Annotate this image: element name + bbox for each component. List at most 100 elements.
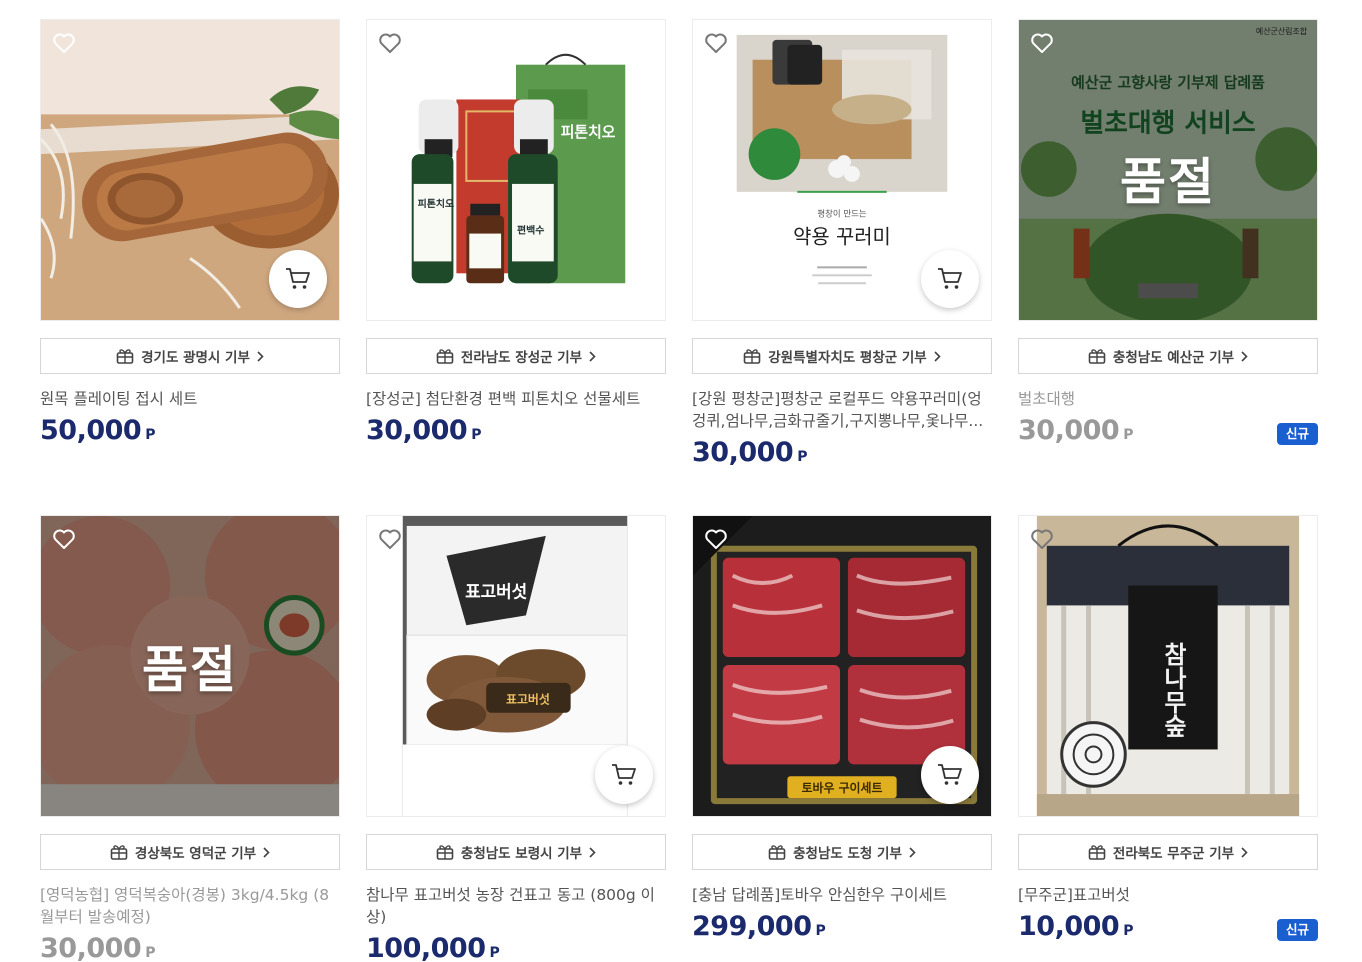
- cart-icon: [612, 764, 636, 785]
- product-image[interactable]: 품절: [40, 515, 340, 817]
- wishlist-heart-icon[interactable]: [1029, 526, 1055, 552]
- price-row: 10,000 P 신규: [1018, 911, 1318, 947]
- price-unit: P: [1123, 427, 1134, 443]
- chevron-right-icon: [934, 350, 941, 362]
- region-donation-link[interactable]: 강원특별자치도 평창군 기부: [692, 338, 992, 374]
- chevron-right-icon: [589, 350, 596, 362]
- price-row: 30,000 P 신규: [1018, 415, 1318, 451]
- box-label-text: 피톤치오: [561, 123, 616, 141]
- region-donation-link[interactable]: 전라남도 장성군 기부: [366, 338, 666, 374]
- product-title[interactable]: [충남 답례품]토바우 안심한우 구이세트: [692, 884, 992, 906]
- product-image[interactable]: 예산군 고향사랑 기부제 답례품 벌초대행 서비스 예산군산림조합 품절: [1018, 19, 1318, 321]
- product-title[interactable]: [무주군]표고버섯: [1018, 884, 1318, 906]
- product-title[interactable]: [영덕농협] 영덕복숭아(경봉) 3kg/4.5kg (8월부터 발송예정): [40, 884, 340, 928]
- product-image[interactable]: 토바우 구이세트: [692, 515, 992, 817]
- wishlist-heart-icon[interactable]: [51, 526, 77, 552]
- product-title[interactable]: 원목 플레이팅 접시 세트: [40, 388, 340, 410]
- region-label: 강원특별자치도 평창군 기부: [768, 350, 927, 366]
- product-image[interactable]: [40, 19, 340, 321]
- soldout-label: 품절: [1120, 153, 1216, 211]
- add-to-cart-button[interactable]: [921, 746, 979, 804]
- product-price: 30,000: [40, 933, 142, 962]
- phytoncide-gift-set-image: 피톤치오 피톤치오 편백수: [367, 20, 665, 320]
- soldout-overlay: 품절: [1019, 20, 1317, 320]
- price-row: 30,000 P: [40, 933, 340, 962]
- product-price: 30,000: [366, 415, 468, 446]
- wishlist-heart-icon[interactable]: [1029, 30, 1055, 56]
- region-donation-link[interactable]: 경기도 광명시 기부: [40, 338, 340, 374]
- product-card: 평창이 만드는 약용 꾸러미 강원특별자치도 평창군 기부 [강원 평창군]평창…: [692, 19, 992, 473]
- region-label: 충청남도 보령시 기부: [460, 846, 583, 862]
- price-unit: P: [489, 945, 500, 961]
- product-image[interactable]: 피톤치오 피톤치오 편백수: [366, 19, 666, 321]
- product-card: 표고버섯 표고버섯 충청남도 보령시 기부 참나무 표고버섯 농장 건표고 동고…: [366, 515, 666, 962]
- add-to-cart-button[interactable]: [269, 250, 327, 308]
- add-to-cart-button[interactable]: [921, 250, 979, 308]
- price-unit: P: [797, 449, 808, 465]
- wishlist-heart-icon[interactable]: [51, 30, 77, 56]
- bottle-label-2: 편백수: [517, 224, 544, 237]
- region-label: 경상북도 영덕군 기부: [134, 846, 257, 862]
- product-image[interactable]: 표고버섯 표고버섯: [366, 515, 666, 817]
- soldout-overlay: 품절: [41, 516, 339, 816]
- product-price: 30,000: [1018, 415, 1120, 446]
- region-donation-link[interactable]: 충청남도 보령시 기부: [366, 834, 666, 870]
- product-card: 참나무숲 전라북도 무주군 기부 [무주군]표고버섯 10,000 P 신규: [1018, 515, 1318, 947]
- bottle-label-1: 피톤치오: [418, 197, 455, 210]
- region-label: 전라남도 장성군 기부: [460, 350, 583, 366]
- new-badge: 신규: [1276, 919, 1318, 941]
- wishlist-heart-icon[interactable]: [703, 30, 729, 56]
- product-title[interactable]: 벌초대행: [1018, 388, 1318, 410]
- product-image[interactable]: 평창이 만드는 약용 꾸러미: [692, 19, 992, 321]
- region-label: 충청남도 예산군 기부: [1112, 350, 1235, 366]
- product-price: 299,000: [692, 911, 812, 942]
- gift-box-icon: [116, 348, 134, 364]
- price-unit: P: [815, 923, 826, 939]
- gift-box-icon: [1088, 844, 1106, 860]
- gift-box-icon: [1088, 348, 1106, 364]
- chevron-right-icon: [909, 846, 916, 858]
- product-price: 10,000: [1018, 911, 1120, 942]
- product-title[interactable]: 참나무 표고버섯 농장 건표고 동고 (800g 이상): [366, 884, 666, 928]
- region-donation-link[interactable]: 경상북도 영덕군 기부: [40, 834, 340, 870]
- wishlist-heart-icon[interactable]: [703, 526, 729, 552]
- region-donation-link[interactable]: 전라북도 무주군 기부: [1018, 834, 1318, 870]
- product-image[interactable]: 참나무숲: [1018, 515, 1318, 817]
- region-donation-link[interactable]: 충청남도 예산군 기부: [1018, 338, 1318, 374]
- product-price: 30,000: [692, 437, 794, 468]
- product-card: 피톤치오 피톤치오 편백수 전라남도 장성군 기부 [장성군] 첨단환경 편백 …: [366, 19, 666, 451]
- product-title[interactable]: [강원 평창군]평창군 로컬푸드 약용꾸러미(엉겅퀴,엄나무,금화규줄기,구지뽕…: [692, 388, 992, 432]
- price-row: 30,000 P: [366, 415, 666, 451]
- region-label: 전라북도 무주군 기부: [1112, 846, 1235, 862]
- gift-box-icon: [110, 844, 128, 860]
- price-row: 100,000 P: [366, 933, 666, 962]
- region-donation-link[interactable]: 충청남도 도청 기부: [692, 834, 992, 870]
- price-row: 299,000 P: [692, 911, 992, 947]
- price-unit: P: [145, 427, 156, 443]
- add-to-cart-button[interactable]: [595, 746, 653, 804]
- image-headline: 표고버섯: [465, 581, 527, 601]
- image-label: 토바우 구이세트: [802, 781, 883, 795]
- product-title[interactable]: [장성군] 첨단환경 편백 피톤치오 선물세트: [366, 388, 666, 410]
- price-unit: P: [471, 427, 482, 443]
- image-headline: 약용 꾸러미: [793, 226, 891, 249]
- product-card: 토바우 구이세트 충청남도 도청 기부 [충남 답례품]토바우 안심한우 구이세…: [692, 515, 992, 947]
- price-unit: P: [1123, 923, 1134, 939]
- product-card: 경기도 광명시 기부 원목 플레이팅 접시 세트 50,000 P: [40, 19, 340, 451]
- cart-icon: [286, 268, 310, 289]
- product-card: 예산군 고향사랑 기부제 답례품 벌초대행 서비스 예산군산림조합 품절 충청남…: [1018, 19, 1318, 451]
- region-label: 충청남도 도청 기부: [793, 846, 902, 862]
- mushroom-gift-box-image: 참나무숲: [1019, 516, 1317, 816]
- image-headline: 참나무숲: [1159, 642, 1187, 738]
- wishlist-heart-icon[interactable]: [377, 526, 403, 552]
- price-row: 30,000 P: [692, 437, 992, 473]
- product-price: 100,000: [366, 933, 486, 962]
- gift-box-icon: [436, 348, 454, 364]
- soldout-label: 품절: [142, 641, 238, 699]
- chevron-right-icon: [1241, 846, 1248, 858]
- chevron-right-icon: [263, 846, 270, 858]
- product-price: 50,000: [40, 415, 142, 446]
- wishlist-heart-icon[interactable]: [377, 30, 403, 56]
- gift-box-icon: [436, 844, 454, 860]
- gift-box-icon: [743, 348, 761, 364]
